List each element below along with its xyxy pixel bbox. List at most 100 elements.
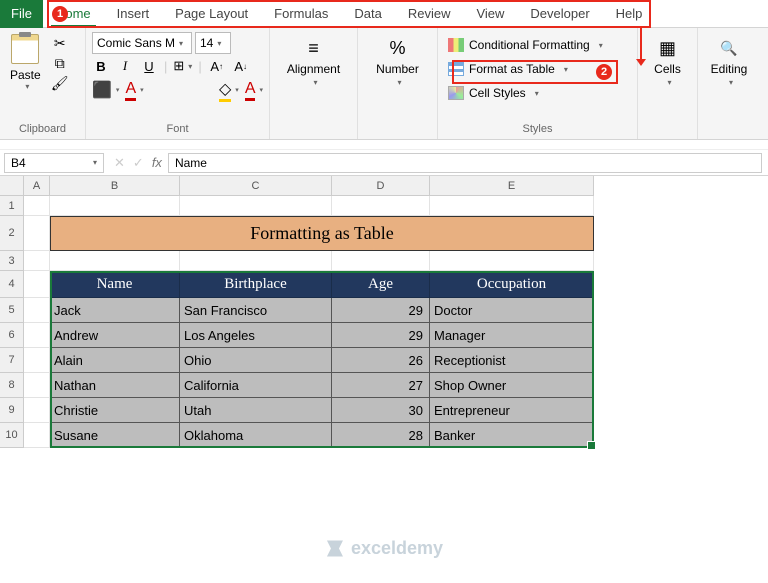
row-header-9[interactable]: 9 <box>0 398 24 423</box>
cell[interactable] <box>24 196 50 216</box>
cell[interactable] <box>24 216 50 251</box>
format-painter-icon[interactable]: 🖌 <box>51 74 69 92</box>
fx-button[interactable]: fx <box>152 155 162 170</box>
table-cell[interactable]: 28 <box>332 423 430 448</box>
tab-view[interactable]: View <box>463 0 517 28</box>
cell[interactable] <box>24 271 50 298</box>
col-header-C[interactable]: C <box>180 176 332 196</box>
col-header-B[interactable]: B <box>50 176 180 196</box>
cell[interactable] <box>24 348 50 373</box>
table-cell[interactable]: Christie <box>50 398 180 423</box>
table-cell[interactable]: Jack <box>50 298 180 323</box>
row-header-6[interactable]: 6 <box>0 323 24 348</box>
underline-button[interactable]: U <box>140 56 158 76</box>
tab-developer[interactable]: Developer <box>517 0 602 28</box>
table-cell[interactable]: Los Angeles <box>180 323 332 348</box>
spreadsheet-grid[interactable]: ABCDE 12345678910 Formatting as Table Nam… <box>0 176 768 582</box>
table-cell[interactable]: Utah <box>180 398 332 423</box>
title-banner-cell[interactable]: Formatting as Table <box>50 216 594 251</box>
border-button[interactable]: ⊞▾ <box>173 56 192 76</box>
font-size-combo[interactable]: 14▾ <box>195 32 231 54</box>
cell[interactable] <box>24 298 50 323</box>
table-cell[interactable]: Entrepreneur <box>430 398 594 423</box>
cell[interactable] <box>24 423 50 448</box>
tab-insert[interactable]: Insert <box>104 0 163 28</box>
table-cell[interactable]: 30 <box>332 398 430 423</box>
cells-button[interactable]: ▦ Cells ▾ <box>644 32 691 87</box>
tab-page-layout[interactable]: Page Layout <box>162 0 261 28</box>
tab-review[interactable]: Review <box>395 0 464 28</box>
row-header-10[interactable]: 10 <box>0 423 24 448</box>
row-header-5[interactable]: 5 <box>0 298 24 323</box>
table-header-cell[interactable]: Occupation <box>430 271 594 298</box>
tab-help[interactable]: Help <box>603 0 656 28</box>
row-header-2[interactable]: 2 <box>0 216 24 251</box>
cell[interactable] <box>332 251 430 271</box>
table-cell[interactable]: Andrew <box>50 323 180 348</box>
copy-icon[interactable]: ⧉ <box>51 54 69 72</box>
tab-file[interactable]: File <box>0 0 43 28</box>
cell[interactable] <box>50 196 180 216</box>
table-header-cell[interactable]: Birthplace <box>180 271 332 298</box>
col-header-E[interactable]: E <box>430 176 594 196</box>
table-header-cell[interactable]: Name <box>50 271 180 298</box>
cell[interactable] <box>430 251 594 271</box>
font-name-combo[interactable]: Comic Sans M▾ <box>92 32 192 54</box>
row-header-4[interactable]: 4 <box>0 271 24 298</box>
font-color-button-2[interactable]: A▾ <box>245 80 263 100</box>
bold-button[interactable]: B <box>92 56 110 76</box>
table-cell[interactable]: California <box>180 373 332 398</box>
cell[interactable] <box>24 323 50 348</box>
number-button[interactable]: % Number ▾ <box>364 32 431 87</box>
editing-button[interactable]: 🔍 Editing ▾ <box>704 32 754 87</box>
tab-data[interactable]: Data <box>341 0 394 28</box>
table-header-cell[interactable]: Age <box>332 271 430 298</box>
cell[interactable] <box>180 251 332 271</box>
table-cell[interactable]: 29 <box>332 323 430 348</box>
fill-bucket-button[interactable]: ◇▾ <box>219 80 239 100</box>
table-cell[interactable]: Ohio <box>180 348 332 373</box>
col-header-A[interactable]: A <box>24 176 50 196</box>
cell[interactable] <box>332 196 430 216</box>
row-header-7[interactable]: 7 <box>0 348 24 373</box>
table-cell[interactable]: 29 <box>332 298 430 323</box>
table-cell[interactable]: Doctor <box>430 298 594 323</box>
cell[interactable] <box>180 196 332 216</box>
cut-icon[interactable]: ✂ <box>51 34 69 52</box>
cancel-formula-icon[interactable]: ✕ <box>114 155 125 171</box>
table-cell[interactable]: Banker <box>430 423 594 448</box>
select-all-corner[interactable] <box>0 176 24 196</box>
alignment-button[interactable]: ≡ Alignment ▾ <box>276 32 351 87</box>
increase-font-button[interactable]: A↑ <box>208 56 226 76</box>
cell[interactable] <box>50 251 180 271</box>
table-cell[interactable]: Nathan <box>50 373 180 398</box>
cell[interactable] <box>24 373 50 398</box>
table-cell[interactable]: Shop Owner <box>430 373 594 398</box>
paste-button[interactable]: Paste ▾ <box>6 32 45 93</box>
cell-styles-button[interactable]: Cell Styles ▾ <box>444 82 631 104</box>
table-cell[interactable]: Oklahoma <box>180 423 332 448</box>
table-cell[interactable]: Susane <box>50 423 180 448</box>
cell[interactable] <box>430 196 594 216</box>
decrease-font-button[interactable]: A↓ <box>232 56 250 76</box>
formula-input[interactable]: Name <box>168 153 762 173</box>
conditional-formatting-button[interactable]: Conditional Formatting ▾ <box>444 34 631 56</box>
table-cell[interactable]: 27 <box>332 373 430 398</box>
table-cell[interactable]: San Francisco <box>180 298 332 323</box>
enter-formula-icon[interactable]: ✓ <box>133 155 144 171</box>
row-header-1[interactable]: 1 <box>0 196 24 216</box>
col-header-D[interactable]: D <box>332 176 430 196</box>
table-cell[interactable]: Alain <box>50 348 180 373</box>
name-box[interactable]: B4▾ <box>4 153 104 173</box>
row-header-8[interactable]: 8 <box>0 373 24 398</box>
cell[interactable] <box>24 251 50 271</box>
fill-color-button[interactable]: ⬛▾ <box>92 80 119 100</box>
table-cell[interactable]: 26 <box>332 348 430 373</box>
italic-button[interactable]: I <box>116 56 134 76</box>
table-cell[interactable]: Manager <box>430 323 594 348</box>
table-cell[interactable]: Receptionist <box>430 348 594 373</box>
cell[interactable] <box>24 398 50 423</box>
tab-formulas[interactable]: Formulas <box>261 0 341 28</box>
font-color-button[interactable]: A▾ <box>125 80 143 100</box>
row-header-3[interactable]: 3 <box>0 251 24 271</box>
